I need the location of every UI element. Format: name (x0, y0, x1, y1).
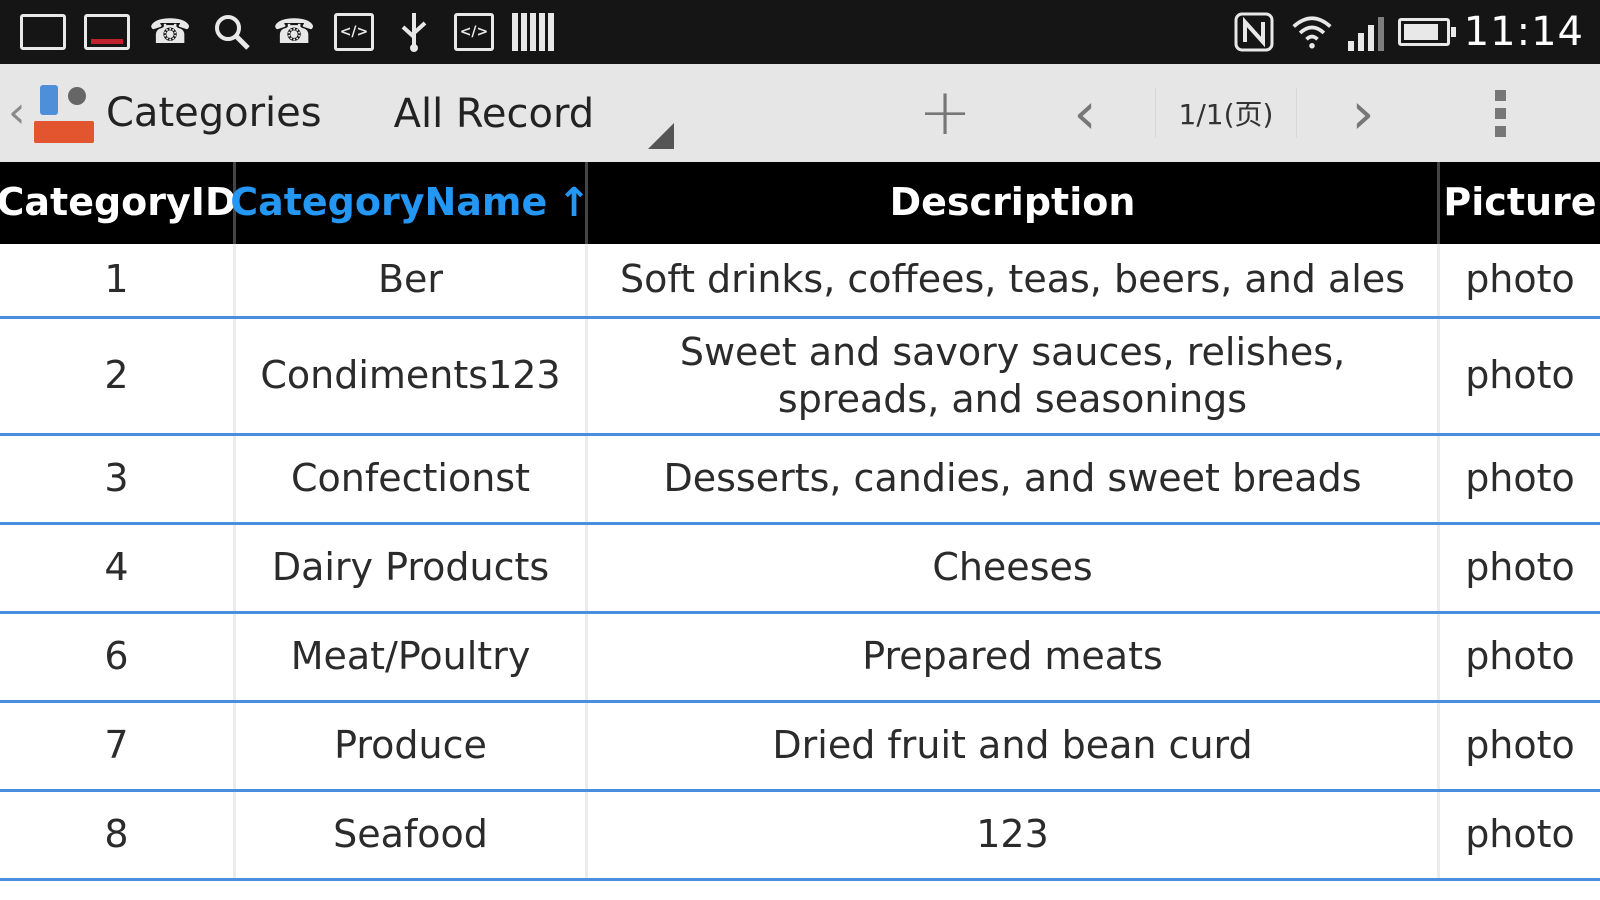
recorder-icon (84, 14, 130, 50)
cell-picture[interactable]: photo (1440, 319, 1600, 433)
cell-name: Seafood (236, 792, 588, 878)
cell-picture[interactable]: photo (1440, 436, 1600, 522)
cell-description: Dried fruit and bean curd (588, 703, 1440, 789)
records-table: CategoryID CategoryName ↑ Description Pic… (0, 162, 1600, 881)
cell-id: 1 (0, 244, 236, 316)
column-header-categoryid[interactable]: CategoryID (0, 162, 236, 244)
record-filter-dropdown[interactable]: All Record (394, 73, 674, 153)
page-indicator: 1/1(页) (1155, 88, 1297, 138)
action-bar: ‹ Categories All Record + ‹ 1/1(页) › (0, 64, 1600, 162)
table-row[interactable]: 7 Produce Dried fruit and bean curd phot… (0, 703, 1600, 792)
chevron-right-icon: › (1351, 79, 1375, 147)
chevron-left-icon: ‹ (1073, 79, 1097, 147)
battery-charging-icon (1397, 18, 1456, 46)
column-header-picture[interactable]: Picture (1440, 162, 1600, 244)
cell-name: Produce (236, 703, 588, 789)
table-row[interactable]: 2 Condiments123 Sweet and savory sauces,… (0, 319, 1600, 436)
search-settings-icon (210, 10, 254, 54)
cell-id: 3 (0, 436, 236, 522)
cell-name: Condiments123 (236, 319, 588, 433)
record-filter-value: All Record (393, 91, 595, 137)
cell-id: 8 (0, 792, 236, 878)
cell-id: 2 (0, 319, 236, 433)
column-header-description[interactable]: Description (588, 162, 1440, 244)
table-row[interactable]: 8 Seafood 123 photo (0, 792, 1600, 881)
app-logo-icon[interactable] (34, 83, 94, 143)
plus-icon: + (918, 76, 972, 150)
cell-id: 4 (0, 525, 236, 611)
clock: 11:14 (1463, 9, 1584, 55)
previous-page-button[interactable]: ‹ (1050, 64, 1120, 162)
notification-icons: ☎ ☎ </> </> (0, 10, 554, 54)
table-row[interactable]: 6 Meat/Poultry Prepared meats photo (0, 614, 1600, 703)
barcode-icon (512, 13, 554, 51)
signal-icon (1347, 13, 1384, 51)
cell-name: Dairy Products (236, 525, 588, 611)
table-header: CategoryID CategoryName ↑ Description Pic… (0, 162, 1600, 244)
cell-description: Desserts, candies, and sweet breads (588, 436, 1440, 522)
dropdown-triangle-icon (647, 123, 674, 149)
cell-id: 7 (0, 703, 236, 789)
usb-icon (392, 10, 436, 54)
cell-picture[interactable]: photo (1440, 614, 1600, 700)
screen-icon (20, 14, 66, 50)
cell-id: 6 (0, 614, 236, 700)
table-row[interactable]: 1 Ber Soft drinks, coffees, teas, beers,… (0, 244, 1600, 319)
code-icon: </> (454, 13, 494, 51)
cell-name: Confectionst (236, 436, 588, 522)
system-icons: 11:14 (1232, 9, 1600, 55)
cell-picture[interactable]: photo (1440, 244, 1600, 316)
nfc-icon (1232, 10, 1276, 54)
wifi-icon (1290, 10, 1334, 54)
phone-icon: ☎ (148, 12, 192, 52)
page-title: Categories (106, 90, 322, 136)
cell-description: Soft drinks, coffees, teas, beers, and a… (588, 244, 1440, 316)
cell-description: Cheeses (588, 525, 1440, 611)
next-page-button[interactable]: › (1328, 64, 1398, 162)
cell-description: Sweet and savory sauces, relishes, sprea… (588, 319, 1440, 433)
cell-picture[interactable]: photo (1440, 703, 1600, 789)
cell-picture[interactable]: photo (1440, 792, 1600, 878)
cell-name: Meat/Poultry (236, 614, 588, 700)
table-row[interactable]: 3 Confectionst Desserts, candies, and sw… (0, 436, 1600, 525)
table-row[interactable]: 4 Dairy Products Cheeses photo (0, 525, 1600, 614)
status-bar: ☎ ☎ </> </> 11:14 (0, 0, 1600, 64)
cell-name: Ber (236, 244, 588, 316)
back-chevron-icon[interactable]: ‹ (8, 91, 28, 135)
code-icon: </> (334, 13, 374, 51)
sort-ascending-icon: ↑ (557, 180, 591, 226)
overflow-menu-button[interactable] (1478, 64, 1522, 162)
add-record-button[interactable]: + (905, 64, 985, 162)
cell-description: 123 (588, 792, 1440, 878)
column-header-categoryname[interactable]: CategoryName ↑ (230, 162, 591, 244)
cell-description: Prepared meats (588, 614, 1440, 700)
cell-picture[interactable]: photo (1440, 525, 1600, 611)
phone-icon: ☎ (272, 12, 316, 52)
